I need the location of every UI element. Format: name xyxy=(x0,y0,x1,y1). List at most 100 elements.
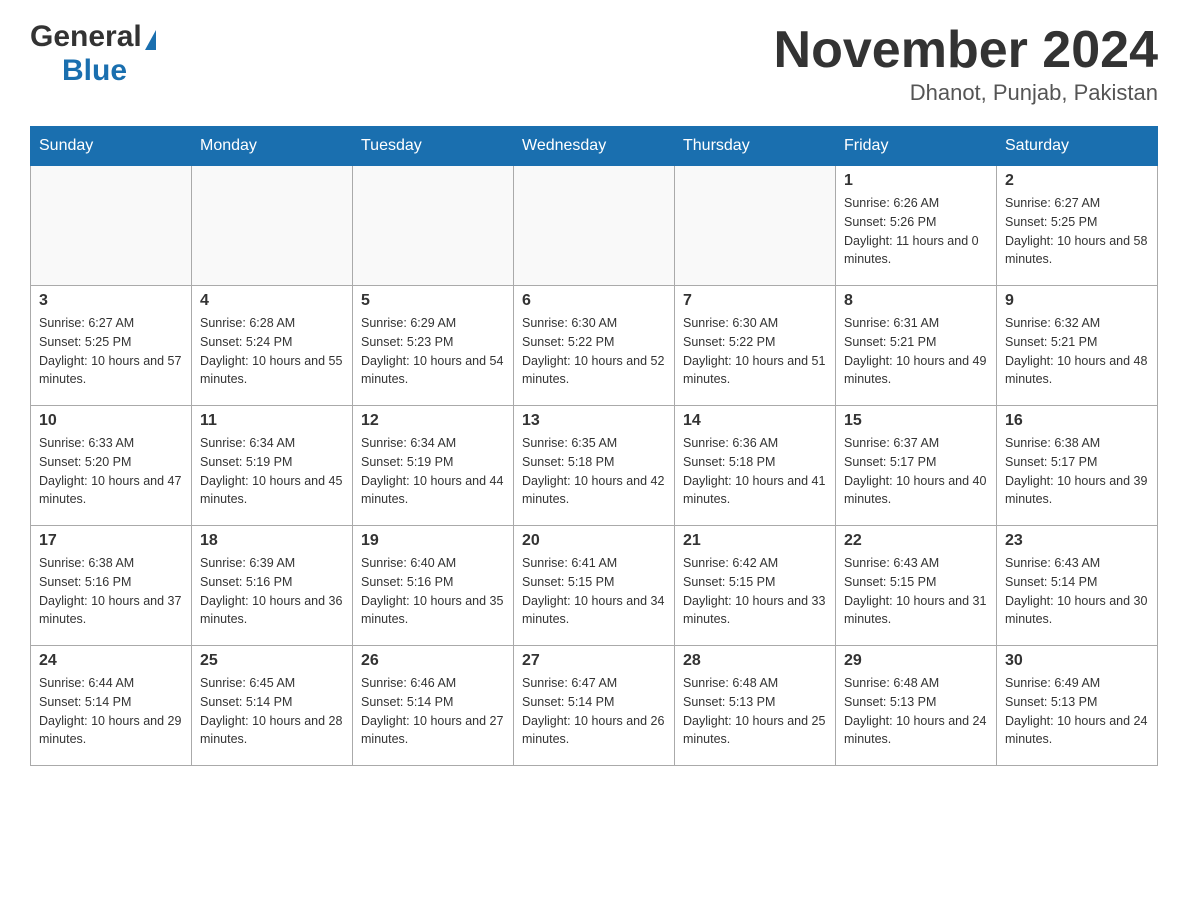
logo-general-text: General xyxy=(30,20,142,54)
calendar-cell: 17 Sunrise: 6:38 AM Sunset: 5:16 PM Dayli… xyxy=(31,526,192,646)
week-row-1: 1 Sunrise: 6:26 AM Sunset: 5:26 PM Daylig… xyxy=(31,166,1158,286)
day-number: 12 xyxy=(361,412,505,430)
day-number: 10 xyxy=(39,412,183,430)
day-number: 19 xyxy=(361,532,505,550)
day-info: Sunrise: 6:26 AM Sunset: 5:26 PM Dayligh… xyxy=(844,194,988,269)
day-info: Sunrise: 6:34 AM Sunset: 5:19 PM Dayligh… xyxy=(200,434,344,509)
day-number: 18 xyxy=(200,532,344,550)
day-number: 17 xyxy=(39,532,183,550)
title-section: November 2024 Dhanot, Punjab, Pakistan xyxy=(774,20,1158,106)
day-number: 6 xyxy=(522,292,666,310)
weekday-header-friday: Friday xyxy=(836,127,997,166)
day-info: Sunrise: 6:47 AM Sunset: 5:14 PM Dayligh… xyxy=(522,674,666,749)
day-number: 23 xyxy=(1005,532,1149,550)
day-info: Sunrise: 6:49 AM Sunset: 5:13 PM Dayligh… xyxy=(1005,674,1149,749)
calendar-cell: 5 Sunrise: 6:29 AM Sunset: 5:23 PM Daylig… xyxy=(353,286,514,406)
day-info: Sunrise: 6:28 AM Sunset: 5:24 PM Dayligh… xyxy=(200,314,344,389)
day-number: 1 xyxy=(844,172,988,190)
calendar-cell xyxy=(353,166,514,286)
weekday-header-row: SundayMondayTuesdayWednesdayThursdayFrid… xyxy=(31,127,1158,166)
day-number: 3 xyxy=(39,292,183,310)
day-number: 14 xyxy=(683,412,827,430)
day-number: 8 xyxy=(844,292,988,310)
calendar-cell: 24 Sunrise: 6:44 AM Sunset: 5:14 PM Dayli… xyxy=(31,646,192,766)
calendar-cell: 18 Sunrise: 6:39 AM Sunset: 5:16 PM Dayli… xyxy=(192,526,353,646)
day-info: Sunrise: 6:37 AM Sunset: 5:17 PM Dayligh… xyxy=(844,434,988,509)
day-info: Sunrise: 6:32 AM Sunset: 5:21 PM Dayligh… xyxy=(1005,314,1149,389)
calendar-cell: 6 Sunrise: 6:30 AM Sunset: 5:22 PM Daylig… xyxy=(514,286,675,406)
day-info: Sunrise: 6:42 AM Sunset: 5:15 PM Dayligh… xyxy=(683,554,827,629)
logo-blue-text: Blue xyxy=(62,54,127,87)
day-info: Sunrise: 6:39 AM Sunset: 5:16 PM Dayligh… xyxy=(200,554,344,629)
calendar-cell: 11 Sunrise: 6:34 AM Sunset: 5:19 PM Dayli… xyxy=(192,406,353,526)
week-row-5: 24 Sunrise: 6:44 AM Sunset: 5:14 PM Dayli… xyxy=(31,646,1158,766)
day-info: Sunrise: 6:27 AM Sunset: 5:25 PM Dayligh… xyxy=(1005,194,1149,269)
day-number: 27 xyxy=(522,652,666,670)
calendar-cell xyxy=(31,166,192,286)
day-number: 20 xyxy=(522,532,666,550)
day-number: 13 xyxy=(522,412,666,430)
calendar-cell: 20Sunrise: 6:41 AM Sunset: 5:15 PM Dayli… xyxy=(514,526,675,646)
weekday-header-wednesday: Wednesday xyxy=(514,127,675,166)
calendar-cell xyxy=(675,166,836,286)
day-info: Sunrise: 6:38 AM Sunset: 5:16 PM Dayligh… xyxy=(39,554,183,629)
calendar-cell: 12Sunrise: 6:34 AM Sunset: 5:19 PM Dayli… xyxy=(353,406,514,526)
day-info: Sunrise: 6:30 AM Sunset: 5:22 PM Dayligh… xyxy=(522,314,666,389)
calendar-cell: 15 Sunrise: 6:37 AM Sunset: 5:17 PM Dayli… xyxy=(836,406,997,526)
day-info: Sunrise: 6:38 AM Sunset: 5:17 PM Dayligh… xyxy=(1005,434,1149,509)
logo-triangle-icon xyxy=(145,30,156,50)
day-info: Sunrise: 6:29 AM Sunset: 5:23 PM Dayligh… xyxy=(361,314,505,389)
day-number: 9 xyxy=(1005,292,1149,310)
calendar-cell: 22Sunrise: 6:43 AM Sunset: 5:15 PM Dayli… xyxy=(836,526,997,646)
calendar-cell: 8Sunrise: 6:31 AM Sunset: 5:21 PM Daylig… xyxy=(836,286,997,406)
day-number: 26 xyxy=(361,652,505,670)
calendar-cell: 28 Sunrise: 6:48 AM Sunset: 5:13 PM Dayli… xyxy=(675,646,836,766)
location-text: Dhanot, Punjab, Pakistan xyxy=(774,80,1158,106)
calendar-cell: 10 Sunrise: 6:33 AM Sunset: 5:20 PM Dayli… xyxy=(31,406,192,526)
day-number: 24 xyxy=(39,652,183,670)
weekday-header-saturday: Saturday xyxy=(997,127,1158,166)
day-info: Sunrise: 6:40 AM Sunset: 5:16 PM Dayligh… xyxy=(361,554,505,629)
calendar-cell: 4Sunrise: 6:28 AM Sunset: 5:24 PM Daylig… xyxy=(192,286,353,406)
day-info: Sunrise: 6:27 AM Sunset: 5:25 PM Dayligh… xyxy=(39,314,183,389)
page-header: General Blue November 2024 Dhanot, Punja… xyxy=(30,20,1158,106)
day-number: 22 xyxy=(844,532,988,550)
calendar-cell: 29 Sunrise: 6:48 AM Sunset: 5:13 PM Dayli… xyxy=(836,646,997,766)
month-title: November 2024 xyxy=(774,20,1158,80)
day-info: Sunrise: 6:36 AM Sunset: 5:18 PM Dayligh… xyxy=(683,434,827,509)
day-number: 15 xyxy=(844,412,988,430)
calendar-cell xyxy=(514,166,675,286)
day-info: Sunrise: 6:30 AM Sunset: 5:22 PM Dayligh… xyxy=(683,314,827,389)
weekday-header-tuesday: Tuesday xyxy=(353,127,514,166)
calendar-table: SundayMondayTuesdayWednesdayThursdayFrid… xyxy=(30,126,1158,766)
calendar-cell: 13Sunrise: 6:35 AM Sunset: 5:18 PM Dayli… xyxy=(514,406,675,526)
day-number: 11 xyxy=(200,412,344,430)
day-info: Sunrise: 6:48 AM Sunset: 5:13 PM Dayligh… xyxy=(844,674,988,749)
weekday-header-thursday: Thursday xyxy=(675,127,836,166)
day-number: 5 xyxy=(361,292,505,310)
day-number: 21 xyxy=(683,532,827,550)
calendar-cell: 9 Sunrise: 6:32 AM Sunset: 5:21 PM Daylig… xyxy=(997,286,1158,406)
day-number: 28 xyxy=(683,652,827,670)
calendar-cell: 14 Sunrise: 6:36 AM Sunset: 5:18 PM Dayli… xyxy=(675,406,836,526)
calendar-cell: 16Sunrise: 6:38 AM Sunset: 5:17 PM Dayli… xyxy=(997,406,1158,526)
calendar-cell: 7 Sunrise: 6:30 AM Sunset: 5:22 PM Daylig… xyxy=(675,286,836,406)
day-info: Sunrise: 6:48 AM Sunset: 5:13 PM Dayligh… xyxy=(683,674,827,749)
calendar-cell: 26Sunrise: 6:46 AM Sunset: 5:14 PM Dayli… xyxy=(353,646,514,766)
day-number: 7 xyxy=(683,292,827,310)
logo: General Blue xyxy=(30,20,156,88)
weekday-header-sunday: Sunday xyxy=(31,127,192,166)
calendar-cell: 27 Sunrise: 6:47 AM Sunset: 5:14 PM Dayli… xyxy=(514,646,675,766)
day-info: Sunrise: 6:43 AM Sunset: 5:14 PM Dayligh… xyxy=(1005,554,1149,629)
day-number: 2 xyxy=(1005,172,1149,190)
calendar-cell: 2 Sunrise: 6:27 AM Sunset: 5:25 PM Daylig… xyxy=(997,166,1158,286)
calendar-cell: 25Sunrise: 6:45 AM Sunset: 5:14 PM Dayli… xyxy=(192,646,353,766)
day-info: Sunrise: 6:44 AM Sunset: 5:14 PM Dayligh… xyxy=(39,674,183,749)
calendar-cell xyxy=(192,166,353,286)
day-info: Sunrise: 6:33 AM Sunset: 5:20 PM Dayligh… xyxy=(39,434,183,509)
calendar-cell: 21 Sunrise: 6:42 AM Sunset: 5:15 PM Dayli… xyxy=(675,526,836,646)
weekday-header-monday: Monday xyxy=(192,127,353,166)
day-number: 29 xyxy=(844,652,988,670)
calendar-cell: 3 Sunrise: 6:27 AM Sunset: 5:25 PM Daylig… xyxy=(31,286,192,406)
calendar-cell: 19 Sunrise: 6:40 AM Sunset: 5:16 PM Dayli… xyxy=(353,526,514,646)
